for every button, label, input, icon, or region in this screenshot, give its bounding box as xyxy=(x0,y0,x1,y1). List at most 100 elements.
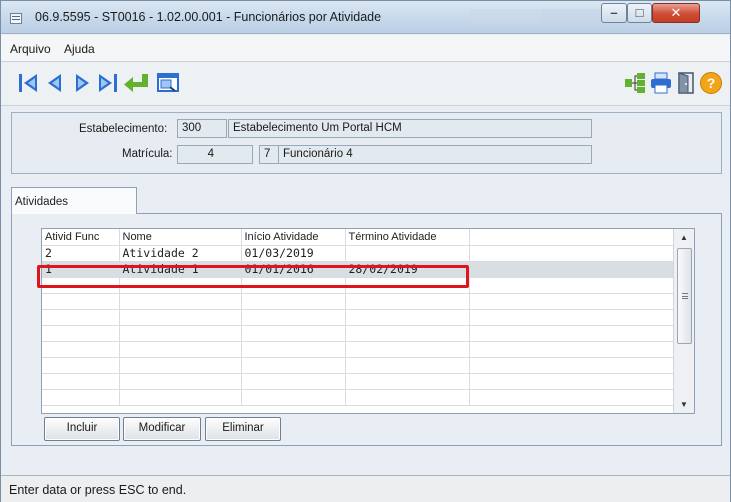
column-header-termino-atividade[interactable]: Término Atividade xyxy=(345,229,470,246)
cell-empty[interactable] xyxy=(345,389,470,406)
cell-empty[interactable] xyxy=(469,309,679,326)
incluir-button[interactable]: Incluir xyxy=(44,417,120,441)
minimize-button[interactable]: – xyxy=(601,3,627,23)
cell-inicio-atividade[interactable]: 01/03/2019 xyxy=(241,245,346,262)
column-header-inicio-atividade[interactable]: Início Atividade xyxy=(241,229,346,246)
cell-inicio-atividade[interactable]: 01/01/2016 xyxy=(241,261,346,278)
cell-blank[interactable] xyxy=(469,261,679,278)
application-window: 06.9.5595 - ST0016 - 1.02.00.001 - Funci… xyxy=(0,0,731,502)
cell-empty[interactable] xyxy=(469,373,679,390)
exit-door-icon[interactable] xyxy=(674,71,698,95)
cell-empty[interactable] xyxy=(241,325,346,342)
cell-empty[interactable] xyxy=(469,357,679,374)
cell-empty[interactable] xyxy=(345,309,470,326)
cell-empty[interactable] xyxy=(345,277,470,294)
toolbar: ? xyxy=(1,62,730,106)
cell-empty[interactable] xyxy=(345,325,470,342)
cell-empty[interactable] xyxy=(119,341,242,358)
cell-empty[interactable] xyxy=(241,373,346,390)
column-header-ativid-func[interactable]: Ativid Func xyxy=(42,229,120,246)
activities-grid[interactable]: Ativid Func Nome Início Atividade Términ… xyxy=(41,228,695,414)
cell-termino-atividade[interactable] xyxy=(345,245,470,262)
search-window-icon[interactable] xyxy=(156,71,180,95)
cell-empty[interactable] xyxy=(119,325,242,342)
table-row-selected[interactable]: 1 Atividade 1 01/01/2016 28/02/2019 xyxy=(42,261,679,278)
scroll-up-arrow-icon[interactable]: ▲ xyxy=(674,229,694,246)
cell-ativid-func[interactable]: 1 xyxy=(42,261,120,278)
table-row-empty[interactable] xyxy=(42,277,679,294)
cell-empty[interactable] xyxy=(241,341,346,358)
cell-empty[interactable] xyxy=(42,341,120,358)
funcionario-name-field: Funcionário 4 xyxy=(278,145,592,164)
cell-empty[interactable] xyxy=(42,373,120,390)
table-row[interactable]: 2 Atividade 2 01/03/2019 xyxy=(42,245,679,262)
cell-empty[interactable] xyxy=(119,357,242,374)
matricula-field: 4 xyxy=(177,145,253,164)
cell-empty[interactable] xyxy=(119,277,242,294)
table-row-empty[interactable] xyxy=(42,341,679,358)
tab-atividades-label: Atividades xyxy=(15,196,69,208)
cell-empty[interactable] xyxy=(469,277,679,294)
goto-enter-icon[interactable] xyxy=(122,71,152,95)
matricula-label: Matrícula: xyxy=(122,148,173,160)
cell-empty[interactable] xyxy=(42,325,120,342)
table-row-empty[interactable] xyxy=(42,389,679,406)
cell-empty[interactable] xyxy=(345,341,470,358)
cell-empty[interactable] xyxy=(241,277,346,294)
title-bar[interactable]: 06.9.5595 - ST0016 - 1.02.00.001 - Funci… xyxy=(1,1,730,34)
tree-structure-icon[interactable] xyxy=(623,71,647,95)
cell-empty[interactable] xyxy=(119,389,242,406)
vertical-scrollbar[interactable]: ▲ ▼ xyxy=(673,229,694,413)
next-record-icon[interactable] xyxy=(70,71,94,95)
table-row-empty[interactable] xyxy=(42,309,679,326)
cell-empty[interactable] xyxy=(469,325,679,342)
tab-atividades[interactable]: Atividades xyxy=(11,187,137,214)
title-bar-blank-area xyxy=(541,9,601,23)
cell-nome[interactable]: Atividade 2 xyxy=(119,245,242,262)
cell-empty[interactable] xyxy=(469,389,679,406)
help-icon[interactable]: ? xyxy=(699,71,723,95)
cell-empty[interactable] xyxy=(241,309,346,326)
table-row-empty[interactable] xyxy=(42,293,679,310)
scroll-thumb[interactable] xyxy=(677,248,692,344)
table-row-empty[interactable] xyxy=(42,373,679,390)
cell-empty[interactable] xyxy=(241,357,346,374)
title-bar-blank-area xyxy=(470,9,540,23)
matricula-digit-field: 7 xyxy=(259,145,279,164)
cell-termino-atividade[interactable]: 28/02/2019 xyxy=(345,261,470,278)
table-row-empty[interactable] xyxy=(42,325,679,342)
app-window-icon[interactable] xyxy=(10,13,22,24)
cell-empty[interactable] xyxy=(42,309,120,326)
cell-ativid-func[interactable]: 2 xyxy=(42,245,120,262)
cell-empty[interactable] xyxy=(119,309,242,326)
cell-empty[interactable] xyxy=(42,389,120,406)
cell-empty[interactable] xyxy=(345,293,470,310)
close-button[interactable]: ✕ xyxy=(652,3,700,23)
cell-empty[interactable] xyxy=(345,357,470,374)
cell-empty[interactable] xyxy=(42,293,120,310)
eliminar-button[interactable]: Eliminar xyxy=(205,417,281,441)
maximize-button[interactable]: □ xyxy=(627,3,652,23)
cell-empty[interactable] xyxy=(42,357,120,374)
cell-blank[interactable] xyxy=(469,245,679,262)
cell-empty[interactable] xyxy=(469,341,679,358)
printer-icon[interactable] xyxy=(649,71,673,95)
scroll-down-arrow-icon[interactable]: ▼ xyxy=(674,396,694,413)
table-row-empty[interactable] xyxy=(42,357,679,374)
cell-empty[interactable] xyxy=(469,293,679,310)
cell-empty[interactable] xyxy=(345,373,470,390)
menu-arquivo[interactable]: Arquivo xyxy=(10,42,51,56)
previous-record-icon[interactable] xyxy=(43,71,67,95)
header-panel: Estabelecimento: 300 Estabelecimento Um … xyxy=(11,112,722,174)
last-record-icon[interactable] xyxy=(96,71,120,95)
cell-empty[interactable] xyxy=(119,293,242,310)
first-record-icon[interactable] xyxy=(16,71,40,95)
cell-nome[interactable]: Atividade 1 xyxy=(119,261,242,278)
menu-ajuda[interactable]: Ajuda xyxy=(64,42,95,56)
modificar-button[interactable]: Modificar xyxy=(123,417,201,441)
column-header-nome[interactable]: Nome xyxy=(119,229,242,246)
cell-empty[interactable] xyxy=(241,293,346,310)
cell-empty[interactable] xyxy=(241,389,346,406)
cell-empty[interactable] xyxy=(119,373,242,390)
cell-empty[interactable] xyxy=(42,277,120,294)
